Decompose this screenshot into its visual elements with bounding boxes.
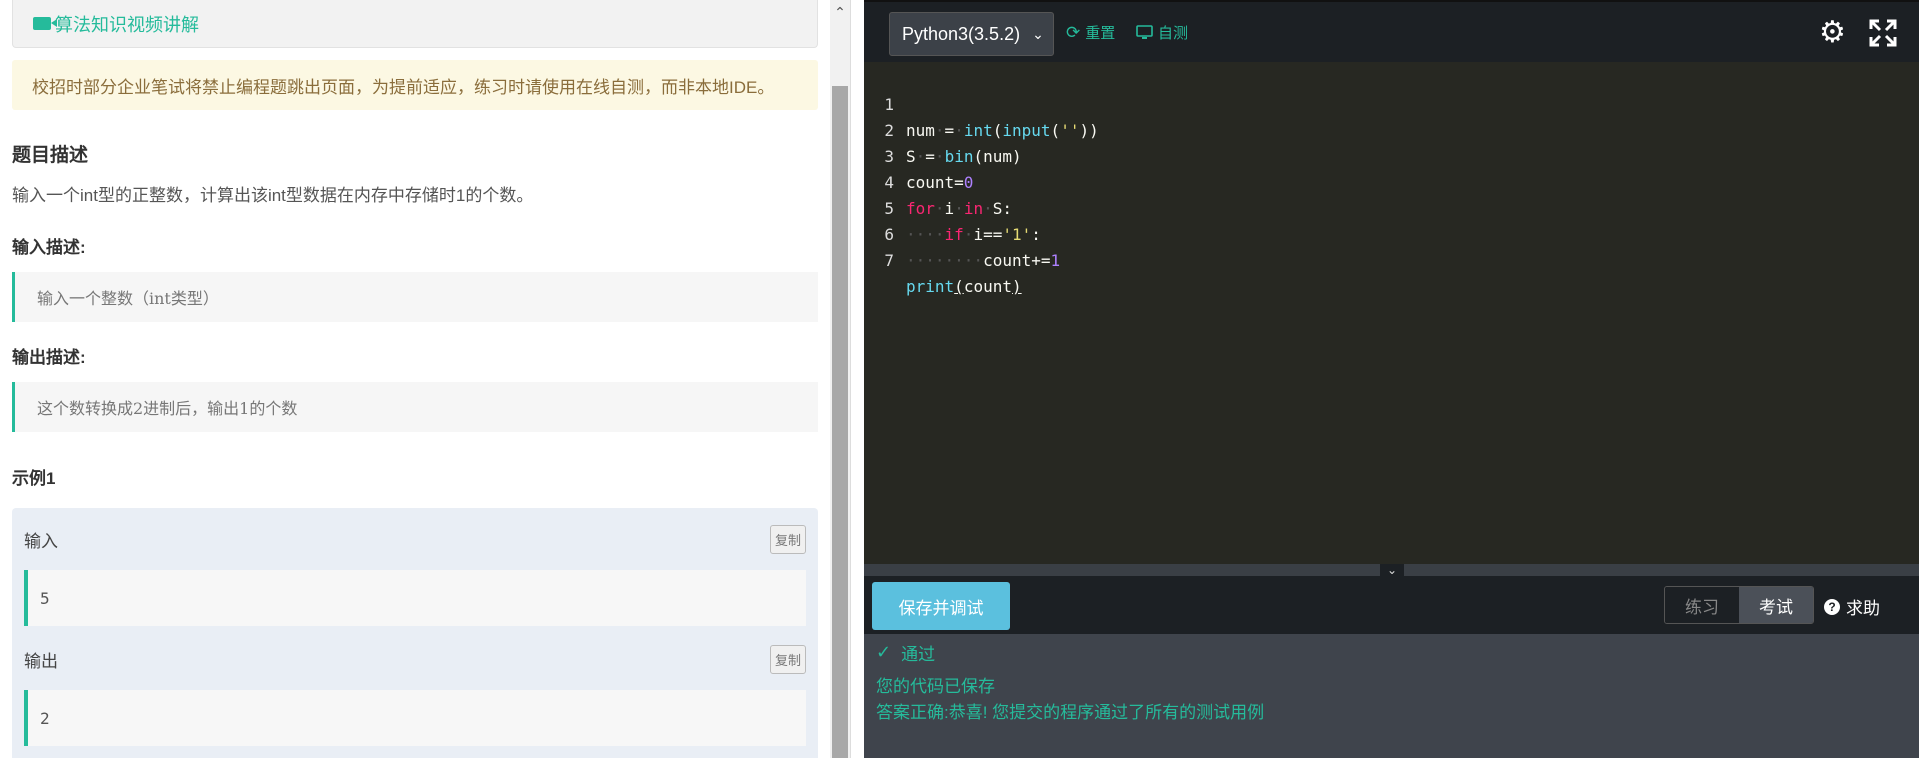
input-title: 输入描述: <box>12 238 86 257</box>
code-line: 5 ····if·i=='1': <box>864 170 1919 244</box>
scroll-up-arrow-icon[interactable]: ⌃ <box>830 0 850 26</box>
check-icon: ✓ <box>876 642 892 662</box>
reset-label: 重置 <box>1085 25 1116 42</box>
mode-practice-button[interactable]: 练习 <box>1665 587 1739 623</box>
line-number: 7 <box>884 251 894 270</box>
save-and-debug-button[interactable]: 保存并调试 <box>872 582 1010 630</box>
example-input-label: 输入 <box>24 531 58 551</box>
action-bar: 保存并调试 练习 考试 ? 求助 <box>864 576 1919 634</box>
answer-message: 答案正确:恭喜! 您提交的程序通过了所有的测试用例 <box>876 703 1265 722</box>
pass-status-label: 通过 <box>901 645 936 664</box>
pass-status: ✓ 通过 <box>876 640 935 665</box>
scrollbar[interactable]: ⌃ <box>830 0 850 758</box>
editor-panel: Python3(3.5.2) ⌄ ⟳ 重置 自测 ⚙ 1 num·=·int(i… <box>864 0 1919 758</box>
output-description: 这个数转换成2进制后，输出1的个数 <box>12 382 818 432</box>
gear-icon[interactable]: ⚙ <box>1819 18 1846 48</box>
notice-banner: 校招时部分企业笔试将禁止编程题跳出页面，为提前适应，练习时请使用在线自测，而非本… <box>12 60 818 110</box>
help-button[interactable]: ? 求助 <box>1824 594 1880 619</box>
self-test-label: 自测 <box>1158 25 1189 42</box>
editor-resize-bar[interactable]: ⌄ <box>864 564 1919 576</box>
example-input-value: 5 <box>24 570 806 626</box>
code-line: 2 S·=·bin(num) <box>864 92 1919 166</box>
input-description-text: 输入一个整数（int类型） <box>37 289 219 308</box>
code-line: 6 ········count+=1 <box>864 196 1919 270</box>
copy-input-button[interactable]: 复制 <box>769 524 806 554</box>
example-output-value: 2 <box>24 690 806 746</box>
reset-button[interactable]: ⟳ 重置 <box>1066 22 1115 43</box>
copy-output-button[interactable]: 复制 <box>769 644 806 674</box>
video-camera-icon <box>33 17 57 30</box>
problem-title: 题目描述 <box>12 145 89 166</box>
input-description: 输入一个整数（int类型） <box>12 272 818 322</box>
output-description-text: 这个数转换成2进制后，输出1的个数 <box>37 399 298 418</box>
saved-message: 您的代码已保存 <box>876 677 995 696</box>
chevron-down-icon[interactable]: ⌄ <box>1380 564 1404 576</box>
example-output-label: 输出 <box>24 651 58 671</box>
help-label: 求助 <box>1846 599 1880 618</box>
example-output-header: 输出 复制 <box>24 628 806 690</box>
scrollbar-thumb[interactable] <box>832 86 848 758</box>
question-icon: ? <box>1824 598 1840 615</box>
monitor-icon <box>1136 25 1153 39</box>
code-editor[interactable]: 1 num·=·int(input('')) 2 S·=·bin(num) 3 … <box>864 62 1919 564</box>
self-test-button[interactable]: 自测 <box>1136 22 1188 43</box>
panel-divider[interactable] <box>850 0 864 758</box>
code-line: 4 for·i·in·S: <box>864 144 1919 218</box>
language-select[interactable]: Python3(3.5.2) ⌄ <box>889 12 1054 56</box>
result-panel: ✓ 通过 您的代码已保存 答案正确:恭喜! 您提交的程序通过了所有的测试用例 <box>864 634 1919 758</box>
output-title: 输出描述: <box>12 348 86 367</box>
problem-panel: 算法知识视频讲解 校招时部分企业笔试将禁止编程题跳出页面，为提前适应，练习时请使… <box>0 0 864 758</box>
editor-toolbar: Python3(3.5.2) ⌄ ⟳ 重置 自测 ⚙ <box>864 0 1919 62</box>
notice-text: 校招时部分企业笔试将禁止编程题跳出页面，为提前适应，练习时请使用在线自测，而非本… <box>32 77 775 97</box>
code-line: 7 print(count) <box>864 222 1919 296</box>
mode-exam-button[interactable]: 考试 <box>1739 587 1813 623</box>
language-label: Python3(3.5.2) <box>902 23 1021 44</box>
mode-toggle: 练习 考试 <box>1664 586 1814 624</box>
problem-description: 输入一个int型的正整数，计算出该int型数据在内存中存储时1的个数。 <box>12 186 534 205</box>
example-box: 输入 复制 5 输出 复制 2 <box>12 508 818 758</box>
fullscreen-icon[interactable] <box>1868 18 1898 48</box>
video-lesson-link[interactable]: 算法知识视频讲解 <box>12 0 818 48</box>
video-lesson-label: 算法知识视频讲解 <box>55 14 199 35</box>
refresh-icon: ⟳ <box>1066 22 1081 42</box>
example-input-header: 输入 复制 <box>24 508 806 570</box>
chevron-down-icon: ⌄ <box>1032 25 1044 42</box>
code-line: 3 count=0 <box>864 118 1919 192</box>
example-title: 示例1 <box>12 469 56 488</box>
code-line: 1 num·=·int(input('')) <box>864 66 1919 140</box>
